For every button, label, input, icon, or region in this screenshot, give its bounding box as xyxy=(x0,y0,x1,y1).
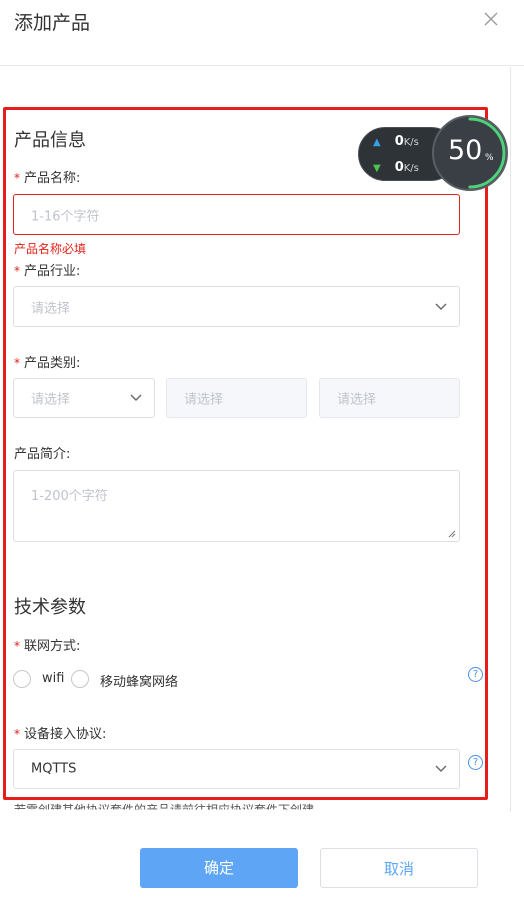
protocol-label: * 设备接入协议: xyxy=(14,723,106,742)
protocol-label-text: 设备接入协议: xyxy=(24,727,107,742)
required-mark: * xyxy=(14,356,20,370)
memory-usage-gauge[interactable]: 50 % xyxy=(432,115,508,191)
download-speed-value: 0 xyxy=(394,160,404,175)
product-name-label-text: 产品名称: xyxy=(24,171,81,186)
network-label-text: 联网方式: xyxy=(24,639,81,654)
product-name-label: * 产品名称: xyxy=(14,167,80,186)
upload-speed-value: 0 xyxy=(394,134,404,149)
radio-cellular[interactable] xyxy=(71,670,89,688)
required-mark: * xyxy=(14,264,20,278)
resize-handle-icon[interactable] xyxy=(447,529,456,538)
confirm-button[interactable]: 确定 xyxy=(140,848,298,888)
radio-wifi-label[interactable]: wifi xyxy=(42,671,64,686)
chevron-down-icon xyxy=(435,303,447,311)
product-industry-label: * 产品行业: xyxy=(14,260,80,279)
product-description-placeholder: 1-200个字符 xyxy=(31,489,108,504)
product-name-placeholder: 1-16个字符 xyxy=(31,209,100,224)
cancel-button[interactable]: 取消 xyxy=(320,848,478,888)
help-icon-protocol[interactable]: ? xyxy=(468,755,483,770)
product-name-input[interactable]: 1-16个字符 xyxy=(13,194,460,235)
chevron-down-icon xyxy=(435,765,447,773)
dialog-title: 添加产品 xyxy=(14,12,91,34)
product-category-select-3: 请选择 xyxy=(319,378,460,418)
protocol-note: 若需创建其他协议套件的产品请前往相应协议套件下创建 xyxy=(14,803,315,817)
radio-wifi[interactable] xyxy=(13,670,31,688)
product-industry-placeholder: 请选择 xyxy=(31,301,71,316)
network-label: * 联网方式: xyxy=(14,635,80,654)
section-title-tech-params: 技术参数 xyxy=(14,597,86,618)
download-speed-unit: K/s xyxy=(403,163,419,174)
upload-speed-unit: K/s xyxy=(403,137,419,148)
close-icon[interactable] xyxy=(480,8,502,30)
product-category-label-text: 产品类别: xyxy=(24,356,81,371)
category-select-3-placeholder: 请选择 xyxy=(337,392,377,408)
product-category-select-1[interactable]: 请选择 xyxy=(13,378,155,418)
product-category-select-2: 请选择 xyxy=(166,378,307,418)
required-mark: * xyxy=(14,171,20,185)
product-industry-label-text: 产品行业: xyxy=(24,264,81,279)
download-arrow-icon: ▼ xyxy=(373,163,381,174)
product-industry-select[interactable]: 请选择 xyxy=(13,286,460,327)
protocol-value: MQTTS xyxy=(31,761,77,777)
dialog-header: 添加产品 xyxy=(0,0,524,66)
chevron-down-icon xyxy=(130,394,142,402)
usage-percent: 50 xyxy=(448,135,483,166)
scrollbar-track[interactable] xyxy=(510,67,511,812)
product-category-label: * 产品类别: xyxy=(14,352,80,371)
category-select-2-placeholder: 请选择 xyxy=(184,392,224,408)
radio-cellular-label[interactable]: 移动蜂窝网络 xyxy=(100,671,178,690)
category-select-1-placeholder: 请选择 xyxy=(31,392,71,408)
upload-arrow-icon: ▲ xyxy=(373,137,381,148)
required-mark: * xyxy=(14,727,20,741)
product-description-textarea[interactable]: 1-200个字符 xyxy=(13,470,460,542)
required-mark: * xyxy=(14,639,20,653)
product-description-label: 产品简介: xyxy=(14,447,71,462)
product-name-error: 产品名称必填 xyxy=(14,242,87,256)
upload-speed: ▲ 0K/s xyxy=(373,134,419,149)
protocol-select[interactable]: MQTTS xyxy=(13,749,460,789)
download-speed: ▼ 0K/s xyxy=(373,160,419,175)
help-icon-network[interactable]: ? xyxy=(468,667,483,682)
usage-percent-sign: % xyxy=(485,153,494,163)
section-title-product-info: 产品信息 xyxy=(14,130,86,151)
